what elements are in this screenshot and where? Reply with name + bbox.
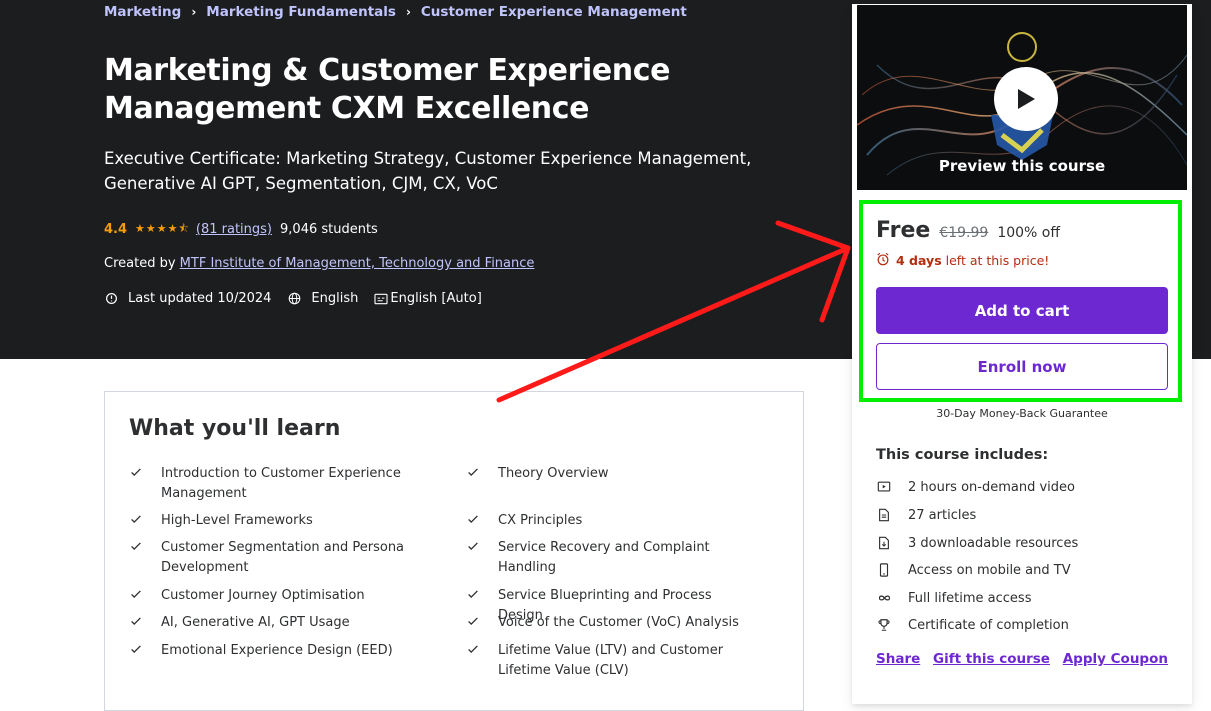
globe-icon — [287, 292, 301, 306]
include-item-label: Access on mobile and TV — [908, 562, 1071, 578]
learn-item-text: CX Principles — [498, 513, 583, 528]
course-subtitle: Executive Certificate: Marketing Strateg… — [104, 149, 752, 193]
course-captions: English [Auto] — [390, 291, 482, 306]
course-includes-heading: This course includes: — [876, 447, 1049, 463]
include-item-label: Certificate of completion — [908, 617, 1069, 633]
check-icon — [129, 539, 143, 553]
check-icon — [466, 642, 480, 656]
check-icon — [466, 587, 480, 601]
learn-item-text: Customer Journey Optimisation — [161, 588, 365, 603]
learn-item: Emotional Experience Design (EED) — [129, 641, 419, 661]
include-item: 27 articles — [876, 507, 976, 523]
mobile-icon — [876, 562, 892, 578]
learn-item: High-Level Frameworks — [129, 511, 419, 531]
learn-item-text: High-Level Frameworks — [161, 513, 313, 528]
money-back-guarantee: 30-Day Money-Back Guarantee — [936, 407, 1108, 420]
learn-item-text: Service Recovery and Complaint Handling — [498, 540, 710, 575]
download-icon — [876, 535, 892, 551]
include-item-label: 3 downloadable resources — [908, 535, 1079, 551]
learn-item: Service Recovery and Complaint Handling — [466, 538, 756, 577]
infinity-icon — [876, 590, 892, 606]
rating-value: 4.4 — [104, 222, 128, 237]
learn-item-text: AI, Generative AI, GPT Usage — [161, 615, 350, 630]
learn-item: Customer Journey Optimisation — [129, 586, 419, 606]
learn-item: Lifetime Value (LTV) and Customer Lifeti… — [466, 641, 756, 680]
course-meta: Last updated 10/2024 English English [Au… — [104, 291, 482, 306]
video-icon — [876, 479, 892, 495]
check-icon — [129, 465, 143, 479]
last-updated: Last updated 10/2024 — [128, 291, 272, 306]
learn-item-text: Emotional Experience Design (EED) — [161, 643, 393, 658]
play-icon[interactable] — [994, 67, 1058, 131]
apply-coupon-link[interactable]: Apply Coupon — [1063, 651, 1168, 667]
gift-course-link[interactable]: Gift this course — [933, 651, 1050, 667]
check-icon — [129, 512, 143, 526]
course-title: Marketing & Customer Experience Manageme… — [104, 53, 671, 126]
check-icon — [466, 614, 480, 628]
breadcrumb-item-customer-experience-management[interactable]: Customer Experience Management — [421, 4, 687, 20]
preview-this-course-label: Preview this course — [938, 157, 1106, 175]
share-link[interactable]: Share — [876, 651, 920, 667]
chevron-right-icon: › — [405, 5, 411, 19]
course-language: English — [311, 291, 359, 306]
alert-badge-icon — [104, 292, 118, 306]
breadcrumb-item-marketing[interactable]: Marketing — [104, 4, 181, 20]
check-icon — [466, 512, 480, 526]
check-icon — [129, 614, 143, 628]
include-item-label: 27 articles — [908, 507, 977, 523]
chevron-right-icon: › — [191, 5, 197, 19]
instructor-link[interactable]: MTF Institute of Management, Technology … — [180, 256, 535, 271]
learn-item: Introduction to Customer Experience Mana… — [129, 464, 419, 503]
include-item: Full lifetime access — [876, 590, 1031, 606]
include-item-label: 2 hours on-demand video — [908, 479, 1075, 495]
learn-item-text: Customer Segmentation and Persona Develo… — [161, 540, 405, 575]
learn-item-text: Theory Overview — [498, 466, 609, 481]
what-youll-learn-heading: What you'll learn — [129, 416, 341, 441]
include-item: Access on mobile and TV — [876, 562, 1071, 578]
include-item-label: Full lifetime access — [908, 590, 1032, 606]
ratings-count-link[interactable]: (81 ratings) — [196, 222, 272, 237]
what-youll-learn-box: What you'll learn Introduction to Custom… — [104, 391, 804, 711]
learn-item-text: Lifetime Value (LTV) and Customer Lifeti… — [498, 643, 724, 678]
created-by-label: Created by — [104, 256, 176, 271]
include-item: 3 downloadable resources — [876, 535, 1078, 551]
include-item: Certificate of completion — [876, 617, 1069, 633]
include-item: 2 hours on-demand video — [876, 479, 1075, 495]
check-icon — [129, 587, 143, 601]
article-icon — [876, 507, 892, 523]
highlight-box — [859, 200, 1182, 402]
learn-item: CX Principles — [466, 511, 756, 531]
learn-item: Customer Segmentation and Persona Develo… — [129, 538, 419, 577]
trophy-icon — [876, 617, 892, 633]
created-by: Created by MTF Institute of Management, … — [104, 256, 534, 271]
learn-item-text: Voice of the Customer (VoC) Analysis — [498, 615, 739, 630]
check-icon — [129, 642, 143, 656]
check-icon — [466, 465, 480, 479]
breadcrumb: Marketing › Marketing Fundamentals › Cus… — [104, 4, 687, 20]
learn-item-text: Introduction to Customer Experience Mana… — [161, 466, 401, 501]
learn-item: Voice of the Customer (VoC) Analysis — [466, 613, 756, 633]
breadcrumb-item-marketing-fundamentals[interactable]: Marketing Fundamentals — [206, 4, 396, 20]
learn-item: Theory Overview — [466, 464, 756, 484]
students-count: 9,046 students — [280, 222, 378, 237]
star-rating-icon: ★★★★⯪ — [135, 222, 190, 235]
rating-row: 4.4 ★★★★⯪ (81 ratings) 9,046 students — [104, 220, 378, 239]
captions-icon — [374, 292, 388, 306]
sidebar-links: Share Gift this course Apply Coupon — [876, 651, 1168, 667]
course-preview-video[interactable]: Preview this course — [857, 5, 1187, 190]
check-icon — [466, 539, 480, 553]
learn-item: AI, Generative AI, GPT Usage — [129, 613, 419, 633]
